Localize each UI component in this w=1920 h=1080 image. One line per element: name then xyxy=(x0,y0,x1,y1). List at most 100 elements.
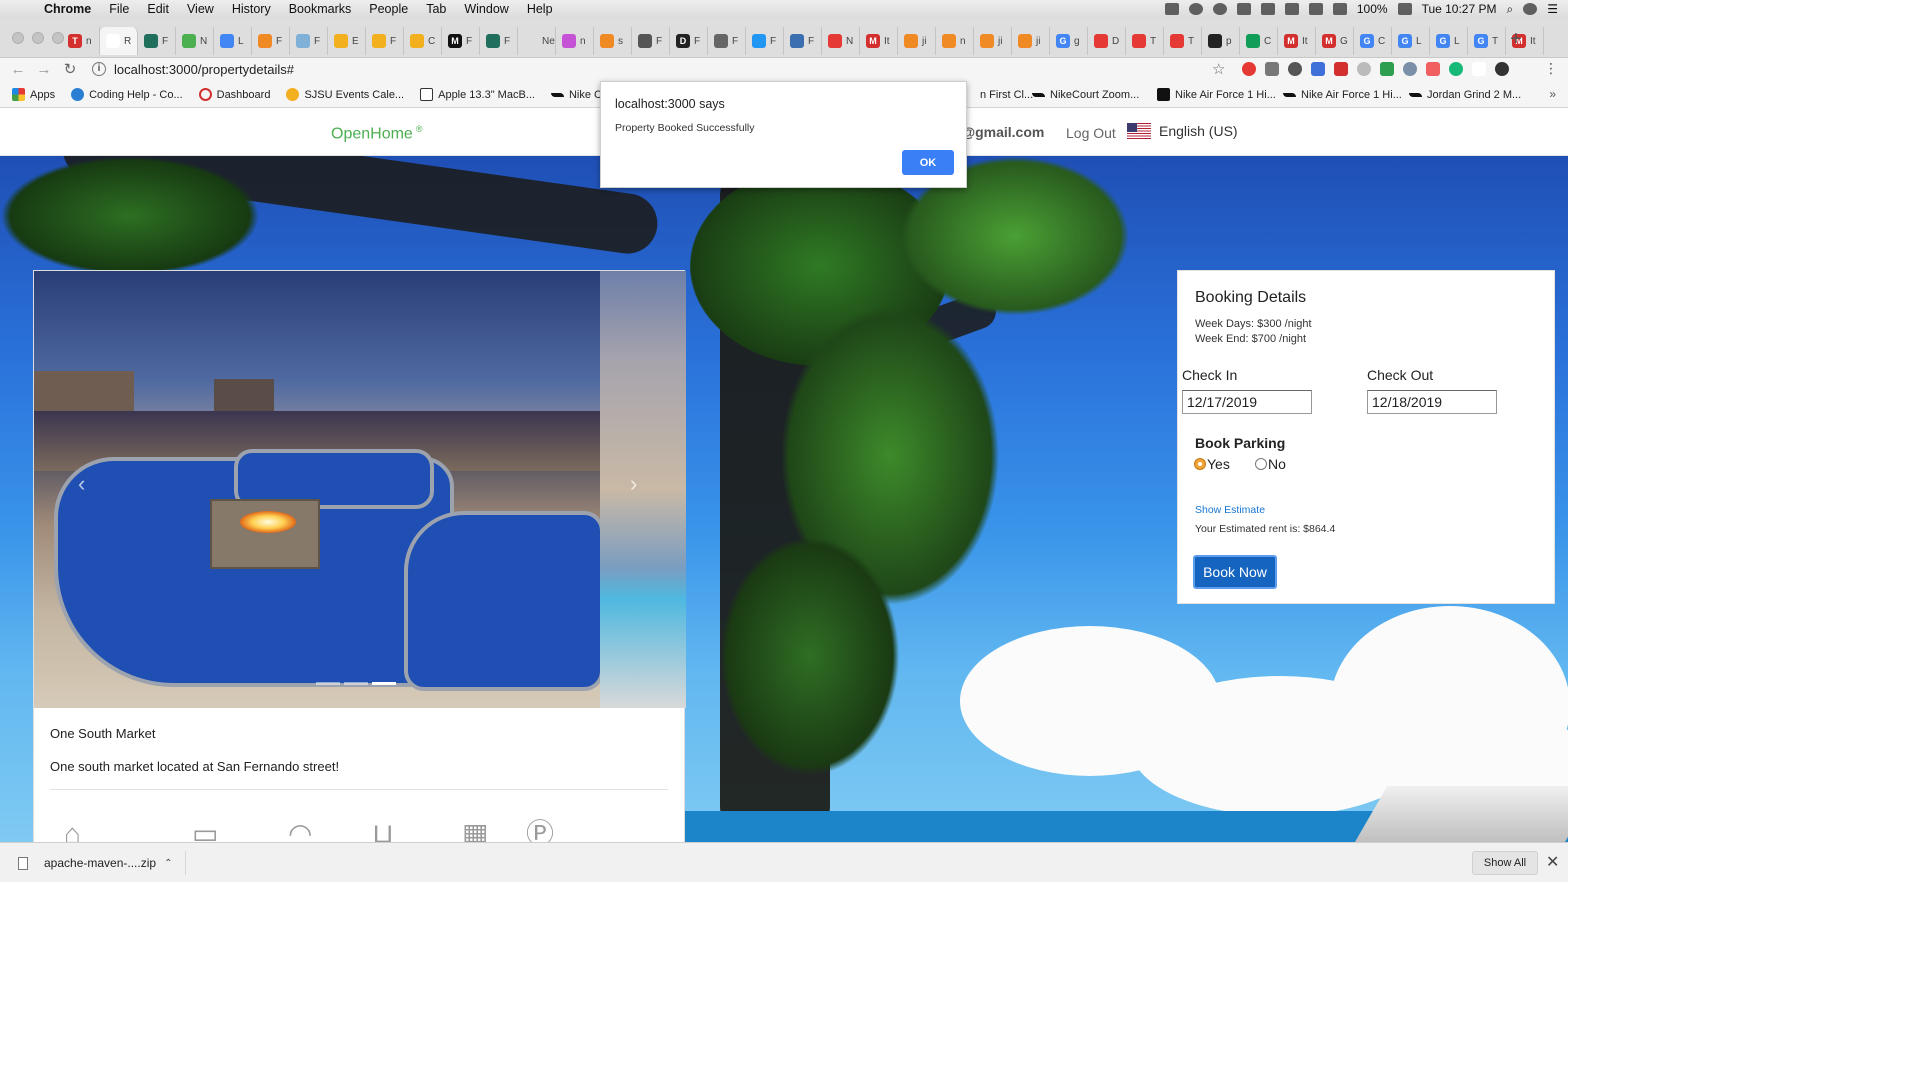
clock[interactable]: Tue 10:27 PM xyxy=(1422,2,1497,16)
browser-tab[interactable]: M It xyxy=(1278,27,1316,55)
browser-tab[interactable]: Tn xyxy=(62,27,100,55)
browser-tab[interactable]: F xyxy=(784,27,822,55)
download-item[interactable]: apache-maven-....zip ⌃ xyxy=(14,851,186,875)
checkout-input[interactable]: 12/18/2019 xyxy=(1367,390,1497,414)
browser-tab[interactable]: F xyxy=(480,27,518,55)
browser-tab[interactable]: GL xyxy=(1392,27,1430,55)
menu-tab[interactable]: Tab xyxy=(426,2,446,16)
drive-icon[interactable] xyxy=(1236,3,1251,15)
brand-logo[interactable]: OpenHome ® xyxy=(331,124,422,143)
browser-tab[interactable]: F xyxy=(290,27,328,55)
browser-tab[interactable]: ji xyxy=(974,27,1012,55)
bookmark-nikecourt-zoom[interactable]: NikeCourt Zoom... xyxy=(1032,89,1139,101)
parking-no-radio[interactable]: No xyxy=(1255,456,1286,472)
browser-tab[interactable]: C xyxy=(1240,27,1278,55)
calendar-extension-icon[interactable] xyxy=(1311,62,1325,76)
bookmark-star-icon[interactable]: ☆ xyxy=(1212,60,1225,78)
menu-people[interactable]: People xyxy=(369,2,408,16)
bookmark-dashboard[interactable]: Dashboard xyxy=(198,88,270,101)
checkin-input[interactable]: 12/17/2019 xyxy=(1182,390,1312,414)
menu-view[interactable]: View xyxy=(187,2,214,16)
carousel-indicator-3[interactable] xyxy=(372,682,396,685)
browser-tab[interactable]: E xyxy=(328,27,366,55)
close-window-button[interactable] xyxy=(12,32,24,44)
airplay-icon[interactable] xyxy=(1260,3,1275,15)
bookmarks-overflow-icon[interactable]: » xyxy=(1549,87,1556,101)
browser-tab[interactable]: T xyxy=(1164,27,1202,55)
battery-icon[interactable] xyxy=(1397,3,1412,15)
arrow-extension-icon[interactable] xyxy=(1426,62,1440,76)
profile-extension-icon[interactable] xyxy=(1495,62,1509,76)
carousel-next-icon[interactable]: › xyxy=(630,471,637,497)
browser-tab[interactable]: N xyxy=(176,27,214,55)
menu-app-name[interactable]: Chrome xyxy=(44,2,91,16)
address-bar[interactable]: i localhost:3000/propertydetails# xyxy=(92,58,1232,80)
bookmark-coding-help[interactable]: Coding Help - Co... xyxy=(71,88,183,101)
cloud-extension-icon[interactable] xyxy=(1265,62,1279,76)
browser-tab[interactable]: L xyxy=(214,27,252,55)
volume-icon[interactable] xyxy=(1332,3,1347,15)
browser-tab[interactable]: N xyxy=(822,27,860,55)
grammarly-extension-icon[interactable] xyxy=(1449,62,1463,76)
browser-tab[interactable]: p xyxy=(1202,27,1240,55)
browser-tab[interactable]: D xyxy=(1088,27,1126,55)
language-selector[interactable]: English (US) xyxy=(1127,123,1238,139)
bookmark-apple-macbook[interactable]: Apple 13.3" MacB... xyxy=(420,88,535,101)
bookmark-jordan-grind[interactable]: Jordan Grind 2 M... xyxy=(1409,89,1521,101)
browser-tab[interactable]: GL xyxy=(1430,27,1468,55)
browser-tab[interactable]: F xyxy=(366,27,404,55)
menu-window[interactable]: Window xyxy=(464,2,508,16)
radio-selected-icon[interactable] xyxy=(1194,458,1206,470)
opera-extension-icon[interactable] xyxy=(1242,62,1256,76)
wifi-status-icon[interactable] xyxy=(1308,3,1323,15)
carousel-indicator-2[interactable] xyxy=(344,682,368,685)
menu-edit[interactable]: Edit xyxy=(147,2,169,16)
browser-tab[interactable]: F xyxy=(708,27,746,55)
browser-tab[interactable]: F xyxy=(252,27,290,55)
browser-tab[interactable]: Gg xyxy=(1050,27,1088,55)
browser-tab[interactable]: n xyxy=(936,27,974,55)
bookmark-nike-air-force-1[interactable]: Nike Air Force 1 Hi... xyxy=(1157,88,1276,101)
dialog-ok-button[interactable]: OK xyxy=(902,150,954,175)
browser-tab[interactable]: ji xyxy=(898,27,936,55)
red-extension-icon[interactable] xyxy=(1334,62,1348,76)
spotlight-icon[interactable]: ⌕ xyxy=(1507,2,1514,17)
reload-icon[interactable]: ↻ xyxy=(60,60,80,80)
book-now-button[interactable]: Book Now xyxy=(1193,555,1277,589)
new-tab-button[interactable]: + xyxy=(1506,29,1526,50)
browser-tab[interactable]: ji xyxy=(1012,27,1050,55)
browser-tab[interactable]: C xyxy=(404,27,442,55)
logout-link[interactable]: Log Out xyxy=(1066,125,1116,141)
minimize-window-button[interactable] xyxy=(32,32,44,44)
show-all-downloads-button[interactable]: Show All xyxy=(1472,851,1538,875)
avatar-extension-icon[interactable] xyxy=(1403,62,1417,76)
browser-tab[interactable]: GC xyxy=(1354,27,1392,55)
menu-help[interactable]: Help xyxy=(527,2,553,16)
sync-icon[interactable] xyxy=(1212,3,1227,15)
browser-tab[interactable]: MG xyxy=(1316,27,1354,55)
browser-tab[interactable]: MF xyxy=(442,27,480,55)
dark-extension-icon[interactable] xyxy=(1288,62,1302,76)
radio-unselected-icon[interactable] xyxy=(1255,458,1267,470)
chrome-menu-icon[interactable]: ⋮ xyxy=(1544,60,1558,77)
notification-center-icon[interactable]: ☰ xyxy=(1547,2,1558,16)
chevron-up-icon[interactable]: ⌃ xyxy=(164,858,172,869)
location-icon[interactable] xyxy=(1164,3,1179,15)
menu-history[interactable]: History xyxy=(232,2,271,16)
bookmark-nike-air-force-1-b[interactable]: Nike Air Force 1 Hi... xyxy=(1283,89,1402,101)
bookmark-sjsu-events[interactable]: SJSU Events Cale... xyxy=(286,88,404,101)
browser-tab[interactable]: M It xyxy=(860,27,898,55)
browser-tab[interactable]: DF xyxy=(670,27,708,55)
bluetooth-icon[interactable] xyxy=(1284,3,1299,15)
browser-tab[interactable]: New xyxy=(518,27,556,55)
info-icon[interactable]: i xyxy=(92,62,106,76)
back-icon[interactable]: ← xyxy=(8,60,28,80)
parking-yes-radio[interactable]: Yes xyxy=(1194,456,1230,472)
bookmark-apps[interactable]: Apps xyxy=(12,88,55,101)
url-text[interactable]: localhost:3000/propertydetails# xyxy=(114,62,294,77)
browser-tab[interactable]: F xyxy=(632,27,670,55)
menu-bookmarks[interactable]: Bookmarks xyxy=(289,2,352,16)
evernote-extension-icon[interactable] xyxy=(1380,62,1394,76)
grey-extension-icon[interactable] xyxy=(1357,62,1371,76)
browser-tab[interactable]: F xyxy=(746,27,784,55)
